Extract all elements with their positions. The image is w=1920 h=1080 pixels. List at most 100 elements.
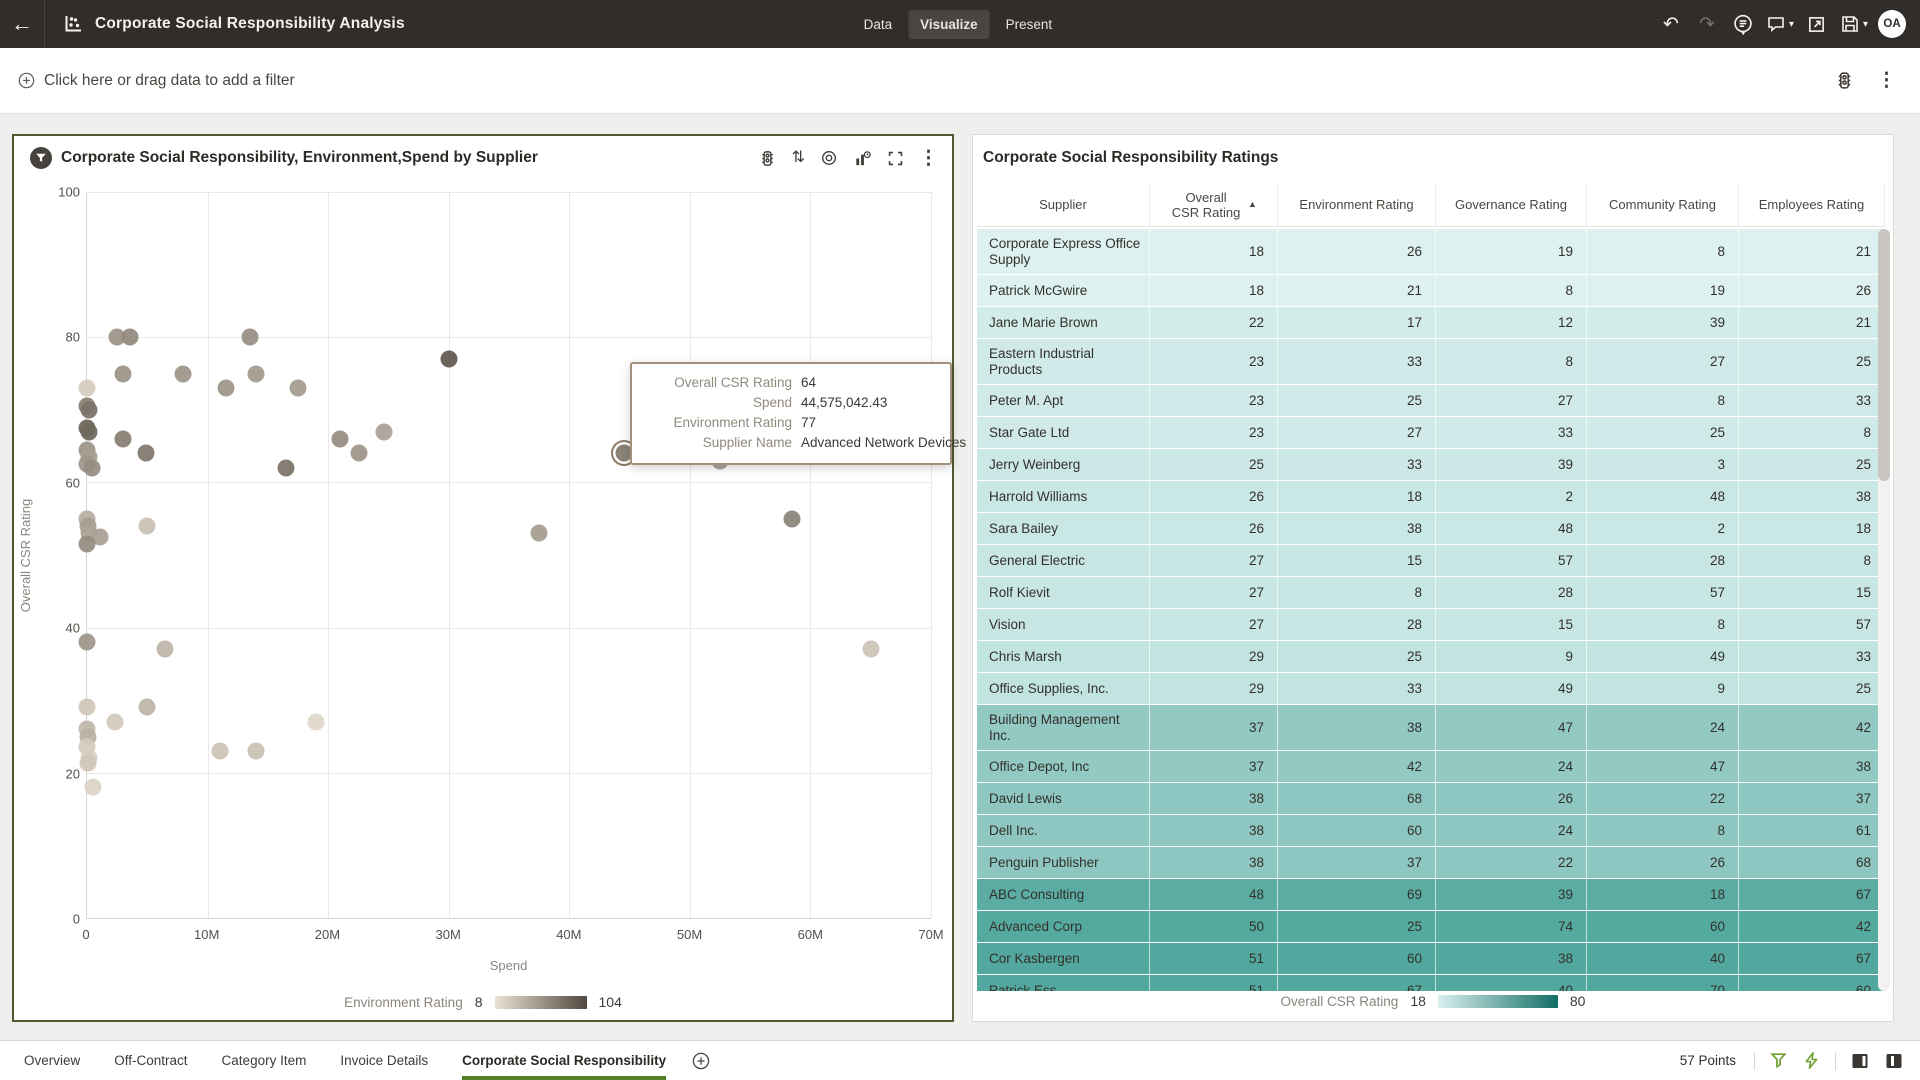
scatter-point[interactable] [81, 401, 98, 418]
auto-insights-button[interactable] [853, 147, 872, 169]
drill-button[interactable] [820, 147, 838, 169]
scatter-point[interactable] [247, 743, 264, 760]
toggle-right-panel-button[interactable] [1850, 1051, 1870, 1071]
add-filter-button[interactable]: Click here or drag data to add a filter [18, 72, 295, 90]
scatter-point[interactable] [115, 430, 132, 447]
view-tab-visualize[interactable]: Visualize [908, 10, 990, 39]
table-row[interactable]: Patrick Ess5167407060 [977, 975, 1885, 991]
scatter-point[interactable] [80, 755, 97, 772]
rating-cell: 38 [1278, 513, 1436, 544]
table-scrollbar[interactable] [1878, 229, 1890, 991]
viz-menu-button[interactable]: ⋮ [919, 147, 938, 169]
column-header[interactable]: Supplier [977, 183, 1150, 226]
assistant-button[interactable] [1730, 9, 1756, 39]
scatter-point[interactable] [85, 779, 102, 796]
table-row[interactable]: Jerry Weinberg253339325 [977, 449, 1885, 481]
table-row[interactable]: Star Gate Ltd232733258 [977, 417, 1885, 449]
scatter-point[interactable] [862, 641, 879, 658]
scatter-point[interactable] [138, 445, 155, 462]
viz-status-button[interactable] [758, 147, 777, 169]
scatter-point[interactable] [157, 641, 174, 658]
column-header[interactable]: Community Rating [1587, 183, 1739, 226]
performance-button[interactable] [1802, 1051, 1821, 1070]
scatter-point[interactable] [79, 380, 96, 397]
table-row[interactable]: Patrick McGwire182181926 [977, 275, 1885, 307]
table-row[interactable]: Advanced Corp5025746042 [977, 911, 1885, 943]
table-row[interactable]: Rolf Kievit278285715 [977, 577, 1885, 609]
table-row[interactable]: Office Depot, Inc3742244738 [977, 751, 1885, 783]
toggle-left-panel-button[interactable] [1884, 1051, 1904, 1071]
scatter-point[interactable] [115, 365, 132, 382]
canvas-tab-invoice-details[interactable]: Invoice Details [340, 1041, 428, 1080]
back-button[interactable]: ← [0, 0, 44, 48]
scatter-point[interactable] [277, 459, 294, 476]
scatter-point[interactable] [79, 699, 96, 716]
scatter-point[interactable] [241, 329, 258, 346]
canvas-tab-category-item[interactable]: Category Item [222, 1041, 307, 1080]
table-row[interactable]: Chris Marsh292594933 [977, 641, 1885, 673]
rating-cell: 26 [1587, 847, 1739, 878]
canvas-tab-overview[interactable]: Overview [24, 1041, 80, 1080]
table-row[interactable]: Building Management Inc.3738472442 [977, 705, 1885, 751]
add-canvas-button[interactable] [692, 1052, 710, 1070]
scatter-point[interactable] [531, 525, 548, 542]
scatter-point[interactable] [211, 743, 228, 760]
scatter-point[interactable] [308, 713, 325, 730]
column-header[interactable]: Environment Rating [1278, 183, 1436, 226]
table-row[interactable]: ABC Consulting4869391867 [977, 879, 1885, 911]
scatter-point[interactable] [80, 423, 97, 440]
undo-button[interactable]: ↶ [1658, 9, 1684, 39]
filter-indicator-button[interactable] [1769, 1051, 1788, 1070]
filter-badge-icon[interactable] [30, 147, 52, 169]
scatter-point[interactable] [440, 350, 457, 367]
sort-button[interactable]: ⇅ [792, 147, 805, 169]
scatter-point[interactable] [79, 634, 96, 651]
table-row[interactable]: Cor Kasbergen5160384067 [977, 943, 1885, 975]
table-row[interactable]: Dell Inc.386024861 [977, 815, 1885, 847]
view-tab-present[interactable]: Present [994, 10, 1065, 39]
scrollbar-thumb[interactable] [1878, 229, 1890, 481]
column-header[interactable]: Overall CSR Rating▲ [1150, 183, 1278, 226]
export-button[interactable] [1804, 9, 1830, 39]
scatter-point[interactable] [84, 459, 101, 476]
maximize-button[interactable] [887, 147, 904, 169]
avatar[interactable]: OA [1878, 10, 1906, 38]
scatter-point[interactable] [332, 430, 349, 447]
table-row[interactable]: Office Supplies, Inc.293349925 [977, 673, 1885, 705]
table-row[interactable]: David Lewis3868262237 [977, 783, 1885, 815]
scatter-point[interactable] [79, 536, 96, 553]
table-row[interactable]: Penguin Publisher3837222668 [977, 847, 1885, 879]
scatter-point[interactable] [175, 365, 192, 382]
x-tick-label: 10M [194, 927, 219, 942]
comments-button[interactable]: ▾ [1766, 9, 1794, 39]
view-tab-data[interactable]: Data [852, 10, 905, 39]
scatter-point[interactable] [139, 517, 156, 534]
table-row[interactable]: Sara Bailey263848218 [977, 513, 1885, 545]
scatter-point[interactable] [351, 445, 368, 462]
scatter-point[interactable] [217, 380, 234, 397]
canvas-menu-button[interactable]: ⋮ [1877, 71, 1896, 90]
scatter-point[interactable] [122, 329, 139, 346]
table-row[interactable]: Peter M. Apt232527833 [977, 385, 1885, 417]
table-row[interactable]: Corporate Express Office Supply182619821 [977, 229, 1885, 275]
rating-cell: 27 [1150, 609, 1278, 640]
redo-button[interactable]: ↷ [1694, 9, 1720, 39]
canvas-tab-off-contract[interactable]: Off-Contract [114, 1041, 187, 1080]
table-row[interactable]: General Electric271557288 [977, 545, 1885, 577]
canvas-settings-button[interactable] [1834, 70, 1855, 91]
save-button[interactable]: ▾ [1840, 9, 1868, 39]
rating-cell: 23 [1150, 385, 1278, 416]
table-row[interactable]: Jane Marie Brown2217123921 [977, 307, 1885, 339]
scatter-point[interactable] [139, 699, 156, 716]
table-row[interactable]: Eastern Industrial Products233382725 [977, 339, 1885, 385]
scatter-point[interactable] [247, 365, 264, 382]
canvas-tab-corporate-social-responsibility[interactable]: Corporate Social Responsibility [462, 1041, 666, 1080]
scatter-point[interactable] [106, 713, 123, 730]
table-row[interactable]: Harrold Williams261824838 [977, 481, 1885, 513]
scatter-point[interactable] [290, 380, 307, 397]
scatter-point[interactable] [784, 510, 801, 527]
column-header[interactable]: Governance Rating [1436, 183, 1587, 226]
table-row[interactable]: Vision272815857 [977, 609, 1885, 641]
column-header[interactable]: Employees Rating [1739, 183, 1885, 226]
scatter-point[interactable] [375, 423, 392, 440]
